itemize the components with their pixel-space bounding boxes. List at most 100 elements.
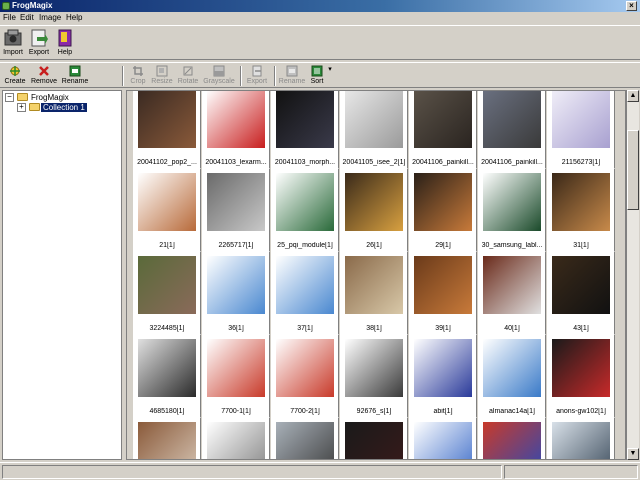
thumbnail-caption: 25_pqi_module[1]	[277, 242, 333, 249]
thumbnail-image	[276, 422, 334, 459]
thumbnail-grid: 20041102_pop2_... 20041103_lexarm... 20041…	[126, 90, 626, 460]
menu-edit[interactable]: Edit	[20, 13, 34, 22]
thumbnail-item[interactable]: 40[1]	[478, 251, 546, 335]
scroll-thumb[interactable]	[627, 130, 639, 210]
scroll-down-arrow-icon[interactable]: ▼	[627, 448, 639, 460]
thumbnail-image	[483, 173, 541, 231]
vertical-scrollbar[interactable]: ▲ ▼	[626, 90, 639, 460]
import-label: Import	[3, 49, 23, 56]
thumbnail-image	[276, 91, 334, 148]
grayscale-button[interactable]: Grayscale	[202, 64, 236, 88]
thumbnail-item[interactable]: 3224485[1]	[133, 251, 201, 335]
thumbnail-frame	[274, 91, 336, 150]
thumbnail-item[interactable]: 92676_s[1]	[340, 334, 408, 418]
thumbnail-item[interactable]	[547, 417, 615, 459]
thumbnail-caption: anons-gw102[1]	[556, 408, 606, 415]
rename-image-button[interactable]: Rename	[278, 64, 306, 88]
thumbnail-item[interactable]: 21[1]	[133, 168, 201, 252]
thumbnail-frame	[550, 171, 612, 233]
thumbnail-image	[345, 422, 403, 459]
toolbar-divider	[240, 66, 242, 86]
thumbnail-item[interactable]: 4685180[1]	[133, 334, 201, 418]
thumbnail-frame	[550, 337, 612, 399]
thumbnail-item[interactable]: 20041106_painkill...	[478, 91, 546, 169]
sort-icon	[311, 65, 323, 77]
create-button[interactable]: Create	[2, 64, 28, 88]
thumbnail-item[interactable]: 26[1]	[340, 168, 408, 252]
thumbnail-item[interactable]: 7700-1[1]	[202, 334, 270, 418]
thumbnail-image	[345, 339, 403, 397]
thumbnail-image	[207, 91, 265, 148]
thumbnail-image	[207, 422, 265, 459]
thumbnail-frame	[205, 420, 267, 459]
thumbnail-item[interactable]: abit[1]	[409, 334, 477, 418]
thumbnail-item[interactable]: 38[1]	[340, 251, 408, 335]
thumbnail-frame	[205, 171, 267, 233]
help-label: Help	[57, 49, 73, 56]
export-button[interactable]: Export	[26, 27, 52, 60]
thumbnail-item[interactable]: 20041103_morph...	[271, 91, 339, 169]
thumbnail-item[interactable]: 37[1]	[271, 251, 339, 335]
thumbnail-frame	[136, 254, 198, 316]
thumbnail-caption: 20041105_isee_2[1]	[342, 159, 406, 166]
thumbnail-image	[552, 339, 610, 397]
remove-button[interactable]: Remove	[29, 64, 59, 88]
rename-image-icon	[286, 65, 298, 77]
thumbnail-item[interactable]: 29[1]	[409, 168, 477, 252]
rotate-button[interactable]: Rotate	[175, 64, 201, 88]
import-button[interactable]: Import	[0, 27, 26, 60]
thumbnail-item[interactable]: 36[1]	[202, 251, 270, 335]
menu-image[interactable]: Image	[39, 13, 61, 22]
expand-icon[interactable]: +	[17, 103, 26, 112]
thumbnail-frame	[481, 254, 543, 316]
thumbnail-item[interactable]	[202, 417, 270, 459]
thumbnail-item[interactable]: 21156273[1]	[547, 91, 615, 169]
import-icon	[4, 29, 22, 46]
thumbnail-frame	[136, 420, 198, 459]
thumbnail-caption: 21156273[1]	[561, 159, 601, 166]
menu-help[interactable]: Help	[66, 13, 82, 22]
help-book-icon	[58, 29, 72, 47]
thumbnail-item[interactable]: 2265717[1]	[202, 168, 270, 252]
resize-button[interactable]: Resize	[150, 64, 174, 88]
tree-label-collection-1: Collection 1	[41, 103, 87, 112]
thumbnail-image	[552, 173, 610, 231]
thumbnail-item[interactable]	[133, 417, 201, 459]
thumbnail-item[interactable]	[478, 417, 546, 459]
help-button[interactable]: Help	[52, 27, 78, 60]
thumbnail-item[interactable]: 20041105_isee_2[1]	[340, 91, 408, 169]
thumbnail-item[interactable]	[271, 417, 339, 459]
title-bar: FrogMagix ×	[0, 0, 640, 12]
thumbnail-frame	[274, 337, 336, 399]
rename-collection-label: Rename	[61, 78, 89, 85]
thumbnail-item[interactable]: 20041103_lexarm...	[202, 91, 270, 169]
create-label: Create	[4, 78, 26, 85]
thumbnail-item[interactable]: Поиск	[409, 417, 477, 459]
export-image-button[interactable]: Export	[244, 64, 270, 88]
close-button[interactable]: ×	[626, 1, 637, 11]
thumbnail-caption: 31[1]	[573, 242, 589, 249]
thumbnail-item[interactable]: 31[1]	[547, 168, 615, 252]
thumbnail-item[interactable]: almanac14a[1]	[478, 334, 546, 418]
collapse-icon[interactable]: −	[5, 93, 14, 102]
tree-item-collection-1[interactable]: + Collection 1	[17, 103, 117, 113]
thumbnail-item[interactable]: anons-gw102[1]	[547, 334, 615, 418]
sort-button[interactable]: Sort	[306, 64, 328, 88]
thumbnail-item[interactable]: 7700-2[1]	[271, 334, 339, 418]
thumbnail-item[interactable]: 20041102_pop2_...	[133, 91, 201, 169]
menu-bar: File Edit Image Help	[0, 12, 640, 24]
scroll-up-arrow-icon[interactable]: ▲	[627, 90, 639, 102]
thumbnail-frame	[343, 171, 405, 233]
status-pane	[504, 465, 638, 479]
thumbnail-caption: 37[1]	[297, 325, 313, 332]
thumbnail-item[interactable]: 25_pqi_module[1]	[271, 168, 339, 252]
menu-file[interactable]: File	[3, 13, 16, 22]
thumbnail-item[interactable]: 43[1]	[547, 251, 615, 335]
sort-dropdown-arrow-icon[interactable]: ▾	[327, 65, 333, 89]
thumbnail-item[interactable]: 39[1]	[409, 251, 477, 335]
rename-collection-button[interactable]: Rename	[60, 64, 90, 88]
thumbnail-item[interactable]: 30_samsung_labl...	[478, 168, 546, 252]
thumbnail-item[interactable]: 20041106_painkill...	[409, 91, 477, 169]
crop-button[interactable]: Crop	[126, 64, 150, 88]
thumbnail-item[interactable]	[340, 417, 408, 459]
